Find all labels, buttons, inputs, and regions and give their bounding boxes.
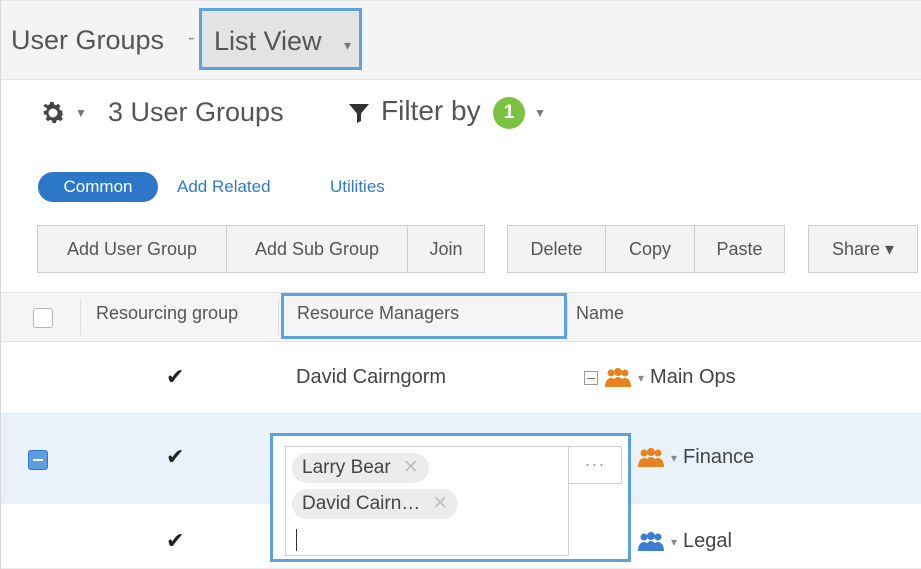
select-all-checkbox[interactable]: [33, 308, 53, 328]
resourcing-check-icon: ✔: [166, 364, 185, 389]
row-selected-checkbox[interactable]: [28, 450, 48, 470]
manager-chip-label: David Cairn…: [302, 493, 421, 514]
tab-common[interactable]: Common: [38, 172, 158, 202]
filter-caret-icon[interactable]: ▼: [534, 106, 546, 120]
filter-button[interactable]: Filter by: [381, 95, 481, 127]
tab-add-related[interactable]: Add Related: [177, 177, 271, 197]
more-options-button[interactable]: ···: [568, 446, 622, 484]
name-cell: ▾ Legal: [637, 530, 732, 553]
name-cell: ▾ Finance: [637, 446, 754, 469]
table-row[interactable]: ✔ David Cairngorm ▾ Main Ops: [1, 342, 921, 414]
column-header-resourcing-group[interactable]: Resourcing group: [96, 303, 238, 324]
page-title: User Groups: [11, 25, 165, 55]
delete-button[interactable]: Delete: [507, 225, 606, 273]
collapse-toggle-icon[interactable]: [584, 370, 598, 385]
manager-chip[interactable]: David Cairn… ✕: [292, 489, 459, 519]
gear-caret-icon[interactable]: ▼: [75, 106, 87, 120]
gear-icon[interactable]: [38, 98, 68, 128]
row-caret-icon[interactable]: ▾: [671, 535, 677, 549]
copy-button[interactable]: Copy: [605, 225, 695, 273]
name-cell: ▾ Main Ops: [584, 366, 736, 389]
column-separator: [80, 299, 81, 335]
text-cursor: [296, 529, 297, 551]
group-count: 3 User Groups: [108, 97, 284, 127]
user-group-icon: [605, 367, 631, 387]
filter-icon[interactable]: [347, 101, 371, 125]
remove-chip-icon[interactable]: ✕: [403, 457, 419, 478]
chevron-down-icon: ▾: [344, 37, 352, 53]
resource-managers-cell[interactable]: David Cairngorm: [296, 366, 446, 389]
tab-utilities[interactable]: Utilities: [330, 177, 385, 197]
resource-managers-input[interactable]: Larry Bear ✕ David Cairn… ✕: [285, 446, 569, 556]
list-toolbar: ▼ 3 User Groups Filter by 1 ▼: [1, 80, 921, 150]
user-group-icon: [638, 447, 664, 467]
view-switcher[interactable]: List View ▾: [199, 8, 362, 70]
group-name[interactable]: Legal: [683, 530, 732, 553]
row-caret-icon[interactable]: ▾: [638, 371, 644, 385]
page-header: User Groups - List View ▾: [1, 1, 921, 80]
title-separator: -: [188, 27, 195, 49]
column-separator: [278, 299, 279, 335]
remove-chip-icon[interactable]: ✕: [432, 493, 448, 514]
manager-chip[interactable]: Larry Bear ✕: [292, 453, 429, 483]
add-user-group-button[interactable]: Add User Group: [37, 225, 227, 273]
row-caret-icon[interactable]: ▾: [671, 451, 677, 465]
column-separator: [567, 299, 568, 335]
view-switcher-label: List View: [214, 26, 322, 56]
manager-chip-label: Larry Bear: [302, 457, 391, 478]
share-button[interactable]: Share ▾: [808, 225, 918, 273]
resourcing-check-icon: ✔: [166, 528, 185, 553]
add-sub-group-button[interactable]: Add Sub Group: [226, 225, 408, 273]
user-group-icon: [638, 531, 664, 551]
join-button[interactable]: Join: [407, 225, 485, 273]
column-header-name[interactable]: Name: [576, 303, 624, 324]
resource-managers-editor[interactable]: Larry Bear ✕ David Cairn… ✕ ···: [270, 433, 631, 562]
paste-button[interactable]: Paste: [694, 225, 785, 273]
filter-count-badge: 1: [493, 97, 525, 129]
group-name[interactable]: Main Ops: [650, 366, 736, 389]
action-tabs: Common Add Related Utilities: [1, 170, 601, 204]
resource-managers-highlight: [281, 293, 567, 339]
group-name[interactable]: Finance: [683, 446, 754, 469]
resourcing-check-icon: ✔: [166, 444, 185, 469]
